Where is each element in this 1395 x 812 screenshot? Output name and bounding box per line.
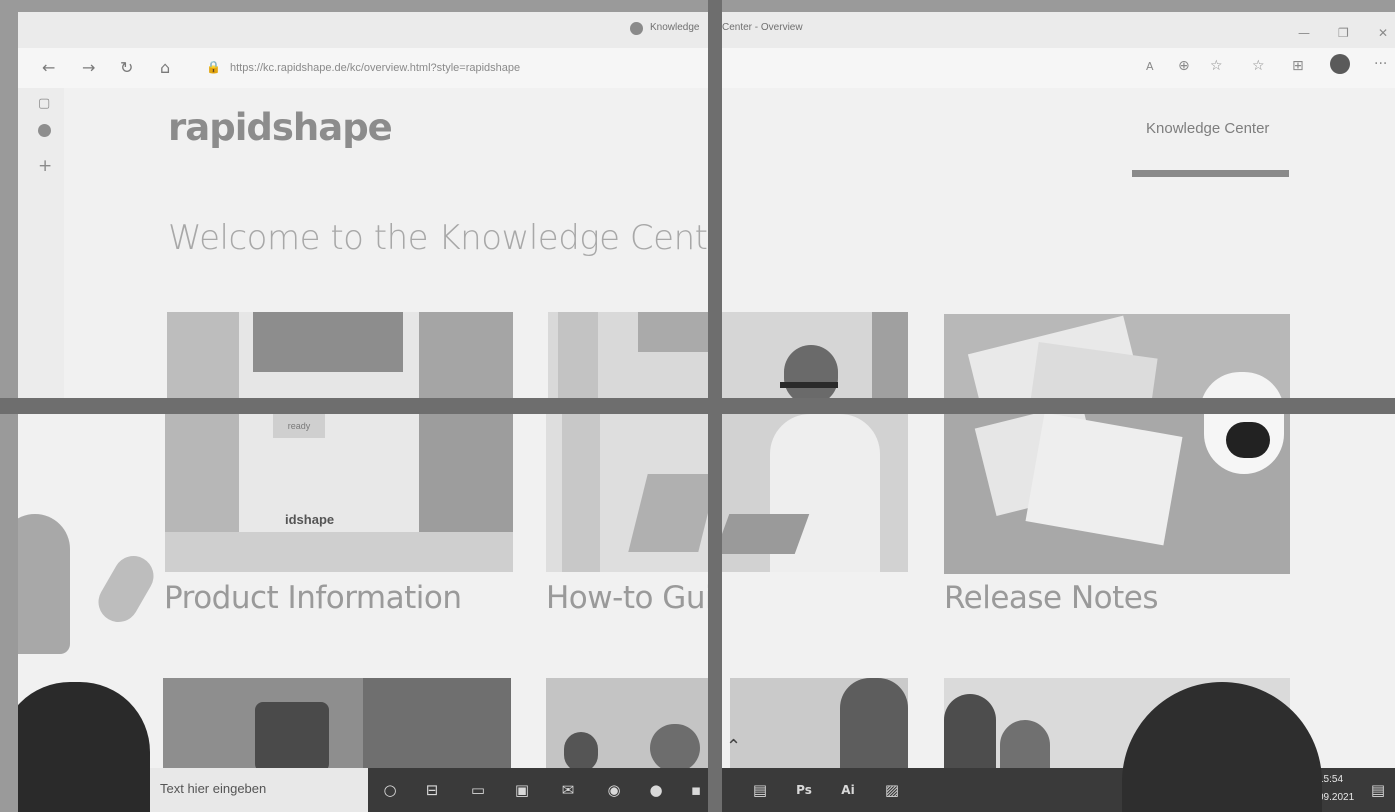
lock-icon: 🔒 xyxy=(206,60,221,74)
reload-icon[interactable]: ↻ xyxy=(120,58,133,77)
close-icon[interactable]: ✕ xyxy=(1378,26,1388,40)
search-placeholder: Text hier eingeben xyxy=(160,781,267,796)
nav-active-indicator xyxy=(1132,170,1289,177)
favorites-icon[interactable]: ☆ xyxy=(1252,58,1265,74)
printer-display: ready xyxy=(273,414,325,438)
restore-icon[interactable]: ❐ xyxy=(1338,26,1349,40)
nav-knowledge-center[interactable]: Knowledge Center xyxy=(1146,120,1269,137)
screen-top-left: Knowledge ← → ↻ ⌂ 🔒 https://kc.rapidshap… xyxy=(18,12,708,398)
person-head xyxy=(784,345,838,398)
audience-head-left xyxy=(18,682,150,812)
zoom-icon[interactable]: ⊕ xyxy=(1178,58,1190,74)
toolbar-right: A ⊕ ☆ ☆ ⊞ ··· xyxy=(722,48,1395,88)
presenter-hand xyxy=(91,548,161,630)
minimize-icon[interactable]: — xyxy=(1298,26,1310,40)
task-view-icon[interactable]: ⊟ xyxy=(422,780,442,800)
tile-caption-release[interactable]: Release Notes xyxy=(944,580,1159,616)
laptop-shape xyxy=(628,474,708,552)
wall-bg xyxy=(419,312,513,398)
tile-howto-image-lower[interactable] xyxy=(546,414,708,572)
tile-howto-image-right[interactable] xyxy=(722,312,908,398)
tile-product-image[interactable] xyxy=(167,312,513,398)
screen-bottom-right: Release Notes ⌃ ▤ Ps Ai ▨ 15:54 09.2021 … xyxy=(722,414,1395,812)
cup-shape xyxy=(1200,372,1284,398)
column-lower xyxy=(562,414,600,572)
ceiling-shape xyxy=(638,312,708,352)
tab-bar: Knowledge xyxy=(18,12,708,48)
newspaper-shape-2 xyxy=(1030,341,1158,398)
tile-howto-image[interactable] xyxy=(548,312,708,398)
team-head-2 xyxy=(1000,720,1050,768)
file-explorer-icon[interactable]: ▭ xyxy=(468,780,488,800)
floor-shape xyxy=(165,532,513,572)
photos-icon[interactable]: ▨ xyxy=(882,780,902,800)
person-head-1 xyxy=(564,732,598,768)
mail-icon[interactable]: ✉ xyxy=(558,780,578,800)
notifications-icon[interactable]: ▤ xyxy=(1368,780,1388,800)
address-bar-area: ← → ↻ ⌂ 🔒 https://kc.rapidshape.de/kc/ov… xyxy=(18,48,708,88)
tile-caption-howto[interactable]: How-to Guides xyxy=(546,580,708,616)
firefox-icon[interactable]: ● xyxy=(646,780,666,800)
person-hair xyxy=(840,678,908,768)
forward-icon[interactable]: → xyxy=(82,58,95,77)
profile-icon[interactable] xyxy=(1330,54,1350,74)
tile-row2-laptop-image[interactable] xyxy=(163,678,511,768)
tab-bar-right: Center - Overview — ❐ ✕ xyxy=(722,12,1395,48)
cortana-icon[interactable]: ○ xyxy=(380,780,400,800)
welcome-heading: Welcome to the Knowledge Center xyxy=(168,218,708,258)
tab-title-right[interactable]: Center - Overview xyxy=(722,22,803,33)
printer-brand: idshape xyxy=(285,512,335,527)
tile-caption-product[interactable]: Product Information xyxy=(164,580,462,616)
column-shape xyxy=(558,312,598,398)
screen-bottom-left: ready idshape Product Information How-to… xyxy=(18,414,708,812)
person-head-2 xyxy=(650,724,700,768)
tile-product-image-lower[interactable]: ready idshape xyxy=(165,414,513,572)
tile-row2-support-image[interactable] xyxy=(546,678,708,768)
edge-icon[interactable]: ◉ xyxy=(604,780,624,800)
window-shape xyxy=(872,312,908,398)
coffee-shape xyxy=(1226,422,1270,458)
url-text[interactable]: https://kc.rapidshape.de/kc/overview.htm… xyxy=(230,62,520,74)
site-logo[interactable]: rapidshape xyxy=(168,106,393,149)
glasses-shape xyxy=(780,382,838,388)
desk-shape xyxy=(363,678,511,768)
screen-top-right: Center - Overview — ❐ ✕ A ⊕ ☆ ☆ ⊞ ··· Kn… xyxy=(722,12,1395,398)
store-icon[interactable]: ▣ xyxy=(512,780,532,800)
phone-shape xyxy=(255,702,329,768)
outlook-icon[interactable]: ▪ xyxy=(686,780,706,800)
laptop-right-shape xyxy=(722,514,810,554)
team-head-1 xyxy=(944,694,996,768)
tile-row2-person-image[interactable] xyxy=(730,678,908,768)
tab-title-left[interactable]: Knowledge xyxy=(650,22,699,33)
collections-icon[interactable]: ⊞ xyxy=(1292,58,1304,74)
read-aloud-icon[interactable]: A xyxy=(1146,60,1154,73)
back-icon[interactable]: ← xyxy=(42,58,55,77)
more-icon[interactable]: ··· xyxy=(1374,56,1387,72)
scroll-top-icon[interactable]: ⌃ xyxy=(726,736,741,757)
home-icon[interactable]: ⌂ xyxy=(160,58,170,77)
teams-icon[interactable]: ▤ xyxy=(750,780,770,800)
vertical-tabs-sidebar: ▢ + xyxy=(18,88,64,398)
tab-actions-icon[interactable]: ▢ xyxy=(38,96,50,111)
bezel-horizontal xyxy=(0,398,1395,414)
tile-howto-image-right-lower[interactable] xyxy=(722,414,908,572)
illustrator-icon[interactable]: Ai xyxy=(838,780,858,800)
new-tab-icon[interactable]: + xyxy=(38,156,52,176)
taskbar-search[interactable]: Text hier eingeben xyxy=(136,768,368,812)
tab-favicon xyxy=(630,22,643,35)
presenter-face xyxy=(18,514,70,654)
tile-release-image[interactable] xyxy=(944,314,1290,398)
photoshop-icon[interactable]: Ps xyxy=(794,780,814,800)
printer-window xyxy=(253,312,403,372)
clock-date[interactable]: 09.2021 xyxy=(1318,792,1354,803)
tab-favicon-small[interactable] xyxy=(38,124,51,137)
favorite-add-icon[interactable]: ☆ xyxy=(1210,58,1223,74)
tile-release-image-lower[interactable] xyxy=(944,414,1290,574)
newspaper-lower-2 xyxy=(1025,414,1183,546)
